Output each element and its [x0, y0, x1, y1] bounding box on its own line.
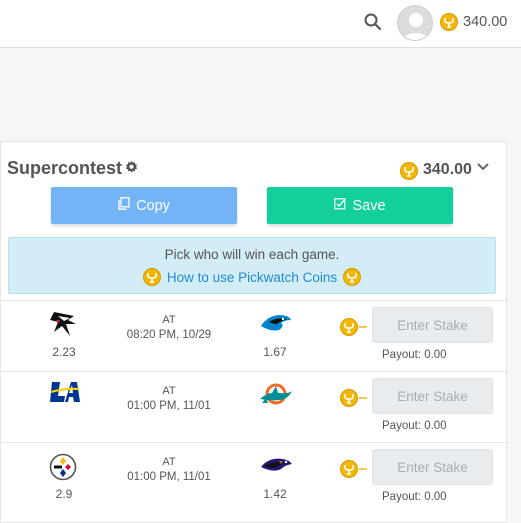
game-time: 01:00 PM, 11/01	[127, 400, 211, 412]
coin-icon	[142, 268, 161, 286]
contest-panel: Supercontest 340.00 Copy Save Pick who w…	[0, 141, 508, 523]
info-alert: Pick who will win each game. How to use …	[8, 237, 496, 294]
away-odds: 2.23	[52, 345, 76, 359]
at-label: AT	[162, 456, 176, 468]
dolphins-logo-icon[interactable]	[258, 381, 292, 409]
home-odds: 1.67	[263, 345, 287, 359]
copy-label: Copy	[136, 197, 170, 214]
contest-balance: 340.00	[423, 161, 472, 178]
save-label: Save	[352, 197, 386, 214]
payout-text: Payout: 0.00	[382, 349, 447, 361]
game-row: AT 01:00 PM, 11/01 Payout: 0.00	[1, 371, 508, 442]
copy-button[interactable]: Copy	[51, 187, 237, 224]
coin-icon	[340, 460, 358, 478]
save-button[interactable]: Save	[267, 187, 453, 224]
at-label: AT	[162, 314, 176, 326]
game-row: 2.23 AT 08:20 PM, 10/29 1.67 Payout: 0.0…	[1, 300, 508, 371]
coin-icon	[340, 318, 358, 336]
falcons-logo-icon[interactable]	[48, 310, 80, 338]
payout-text: Payout: 0.00	[382, 420, 447, 432]
stake-input[interactable]	[372, 378, 493, 414]
user-avatar[interactable]	[397, 5, 433, 41]
coin-icon	[340, 389, 358, 407]
info-text: Pick who will win each game.	[164, 247, 340, 262]
game-time: 08:20 PM, 10/29	[126, 329, 212, 341]
pickwatch-coins-link[interactable]: How to use Pickwatch Coins	[167, 270, 337, 285]
game-row: 2.9 AT 01:00 PM, 11/01 1.42 Payout: 0.00	[1, 442, 508, 513]
search-icon[interactable]	[363, 12, 383, 32]
stake-divider	[359, 326, 367, 328]
coin-icon	[343, 268, 362, 286]
top-bar: 340.00	[0, 0, 521, 48]
rams-logo-icon[interactable]	[47, 380, 80, 408]
header-balance: 340.00	[463, 14, 508, 30]
copy-icon	[118, 197, 130, 214]
stake-input[interactable]	[372, 449, 493, 485]
steelers-logo-icon[interactable]	[49, 453, 81, 481]
stake-divider	[359, 397, 367, 399]
gear-icon[interactable]	[125, 161, 138, 174]
chevron-down-icon[interactable]	[476, 160, 490, 174]
away-odds: 2.9	[55, 487, 73, 501]
stake-input[interactable]	[372, 307, 493, 343]
stake-divider	[359, 468, 367, 470]
coin-icon	[440, 13, 458, 31]
panthers-logo-icon[interactable]	[259, 312, 291, 340]
ravens-logo-icon[interactable]	[259, 455, 292, 483]
payout-text: Payout: 0.00	[382, 491, 447, 503]
home-odds: 1.42	[263, 487, 287, 501]
coin-icon	[400, 162, 418, 180]
contest-title: Supercontest	[7, 158, 123, 178]
at-label: AT	[162, 385, 176, 397]
checkbox-icon	[334, 197, 346, 214]
game-time: 01:00 PM, 11/01	[127, 471, 211, 483]
